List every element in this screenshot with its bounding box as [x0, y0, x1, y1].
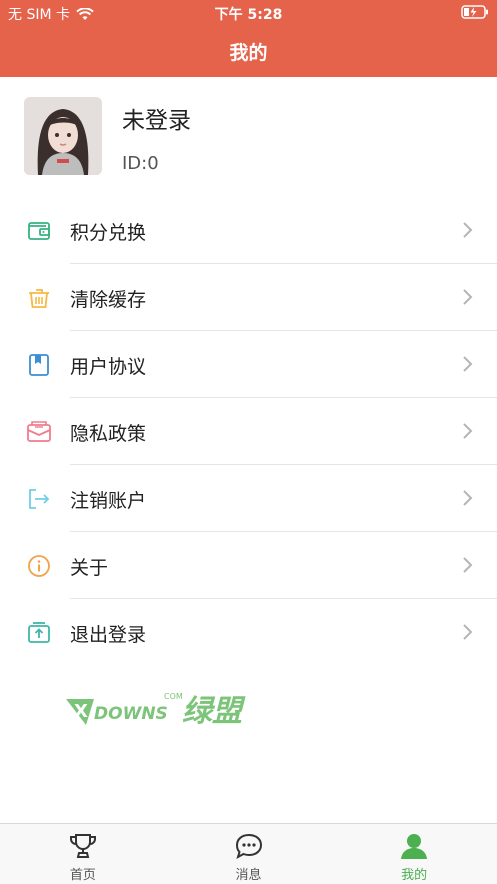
battery-charging-icon [461, 5, 488, 19]
page-title: 我的 [229, 42, 268, 64]
person-icon [401, 834, 428, 859]
tab-bar: 首页 消息 我的 [0, 823, 497, 884]
menu-item-clear-cache[interactable]: 清除缓存 [0, 264, 497, 331]
chevron-right-icon [463, 222, 473, 238]
svg-text:绿盟: 绿盟 [182, 694, 246, 729]
chevron-right-icon [463, 490, 473, 506]
page-header: 我的 [0, 26, 497, 77]
chevron-right-icon [463, 624, 473, 640]
menu-item-label: 用户协议 [70, 356, 147, 378]
chevron-right-icon [463, 356, 473, 372]
tab-label: 消息 [235, 868, 262, 883]
chevron-right-icon [463, 423, 473, 439]
avatar[interactable] [24, 97, 102, 175]
envelope-icon [27, 421, 51, 442]
trophy-icon [69, 834, 96, 858]
tab-home[interactable]: 首页 [0, 824, 166, 884]
menu-item-label: 退出登录 [70, 624, 147, 646]
exit-box-icon [28, 622, 50, 643]
trash-basket-icon [29, 289, 49, 308]
menu-item-points-exchange[interactable]: 积分兑换 [0, 197, 497, 264]
menu-item-user-agreement[interactable]: 用户协议 [0, 331, 497, 398]
menu-item-about[interactable]: 关于 [0, 532, 497, 599]
wallet-icon [28, 222, 50, 240]
watermark-logo: X DOWNS COM 绿盟 [66, 692, 246, 729]
logout-arrow-icon [29, 489, 50, 509]
menu-item-label: 隐私政策 [70, 423, 147, 445]
chat-bubble-icon [235, 833, 262, 860]
menu-item-logout[interactable]: 退出登录 [0, 599, 497, 666]
profile-card[interactable]: 未登录 ID:0 [0, 77, 497, 197]
svg-text:DOWNS: DOWNS [94, 704, 168, 724]
menu-item-label: 关于 [70, 557, 109, 579]
user-id: ID:0 [122, 153, 159, 174]
status-bar: 无 SIM 卡 下午 5:28 [0, 0, 497, 26]
clock: 下午 5:28 [214, 7, 283, 23]
avatar-image [24, 97, 102, 175]
chevron-right-icon [463, 557, 473, 573]
menu-item-privacy-policy[interactable]: 隐私政策 [0, 398, 497, 465]
tab-label: 首页 [69, 868, 96, 883]
bookmark-doc-icon [29, 354, 49, 376]
menu-item-delete-account[interactable]: 注销账户 [0, 465, 497, 532]
username[interactable]: 未登录 [122, 101, 191, 135]
settings-menu: 积分兑换 清除缓存 用户协议 隐私政策 注销账户 关于 退出登录 [0, 197, 497, 666]
tab-label: 我的 [401, 868, 428, 883]
chevron-right-icon [463, 289, 473, 305]
menu-item-label: 积分兑换 [70, 222, 147, 244]
svg-text:X: X [74, 701, 88, 722]
tab-messages[interactable]: 消息 [166, 824, 332, 884]
menu-item-label: 注销账户 [70, 490, 147, 512]
tab-mine[interactable]: 我的 [331, 824, 497, 884]
svg-text:COM: COM [164, 692, 183, 701]
menu-item-label: 清除缓存 [70, 289, 147, 311]
info-circle-icon [28, 555, 50, 577]
